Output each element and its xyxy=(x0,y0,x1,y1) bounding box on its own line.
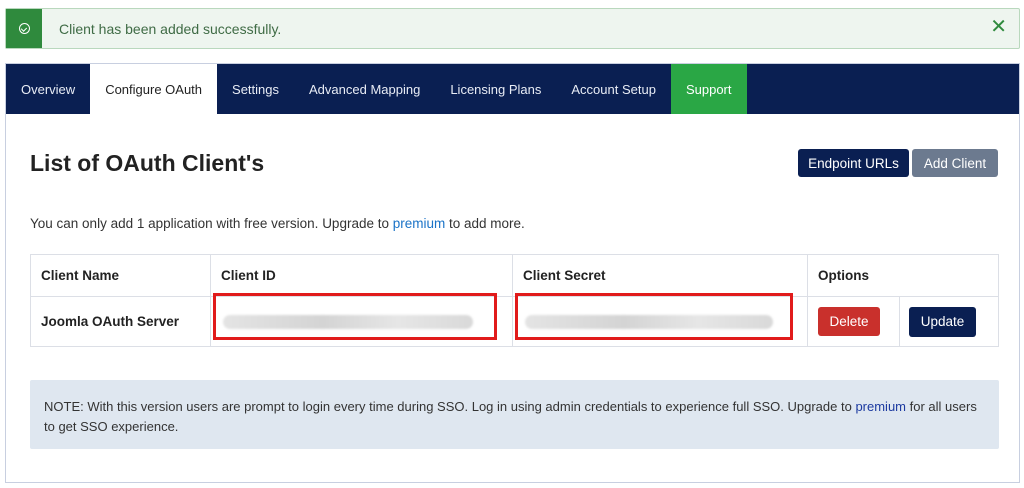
info-text: You can only add 1 application with free… xyxy=(30,216,393,231)
tab-support[interactable]: Support xyxy=(670,64,747,114)
client-id-highlight xyxy=(213,293,497,340)
column-header-options: Options xyxy=(818,268,869,283)
add-client-button[interactable]: Add Client xyxy=(912,149,998,177)
alert-message: Client has been added successfully. xyxy=(59,21,282,37)
info-text-end: to add more. xyxy=(445,216,525,231)
update-cell: Update xyxy=(900,297,998,346)
success-alert: Client has been added successfully. ✕ xyxy=(5,8,1020,49)
note-premium-link[interactable]: premium xyxy=(855,399,906,414)
update-button[interactable]: Update xyxy=(909,306,976,337)
nav-tabs: Overview Configure OAuth Settings Advanc… xyxy=(6,64,1019,114)
column-header-client-secret: Client Secret xyxy=(513,255,808,296)
tab-advanced-mapping[interactable]: Advanced Mapping xyxy=(294,64,435,114)
endpoint-urls-button[interactable]: Endpoint URLs xyxy=(798,149,909,177)
alert-icon-box xyxy=(6,9,42,48)
column-header-client-name: Client Name xyxy=(31,255,211,296)
page-title: List of OAuth Client's xyxy=(30,150,265,176)
tab-overview[interactable]: Overview xyxy=(6,64,90,114)
note-text: NOTE: With this version users are prompt… xyxy=(44,399,856,414)
client-name-cell: Joomla OAuth Server xyxy=(31,297,211,346)
tab-licensing-plans[interactable]: Licensing Plans xyxy=(435,64,556,114)
free-version-info: You can only add 1 application with free… xyxy=(30,216,525,231)
delete-button[interactable]: Delete xyxy=(818,307,880,336)
tab-account-setup[interactable]: Account Setup xyxy=(556,64,671,114)
sso-note: NOTE: With this version users are prompt… xyxy=(30,380,999,449)
check-circle-icon xyxy=(18,23,30,34)
column-header-client-id: Client ID xyxy=(211,255,513,296)
premium-link[interactable]: premium xyxy=(393,216,446,231)
tab-configure-oauth[interactable]: Configure OAuth xyxy=(90,64,218,114)
clients-table: Client Name Client ID Client Secret Opti… xyxy=(30,254,999,347)
close-icon[interactable]: ✕ xyxy=(990,17,1007,37)
tab-settings[interactable]: Settings xyxy=(217,64,294,114)
client-secret-highlight xyxy=(515,293,793,340)
delete-cell: Delete xyxy=(808,297,900,346)
main-panel: Overview Configure OAuth Settings Advanc… xyxy=(5,63,1020,483)
